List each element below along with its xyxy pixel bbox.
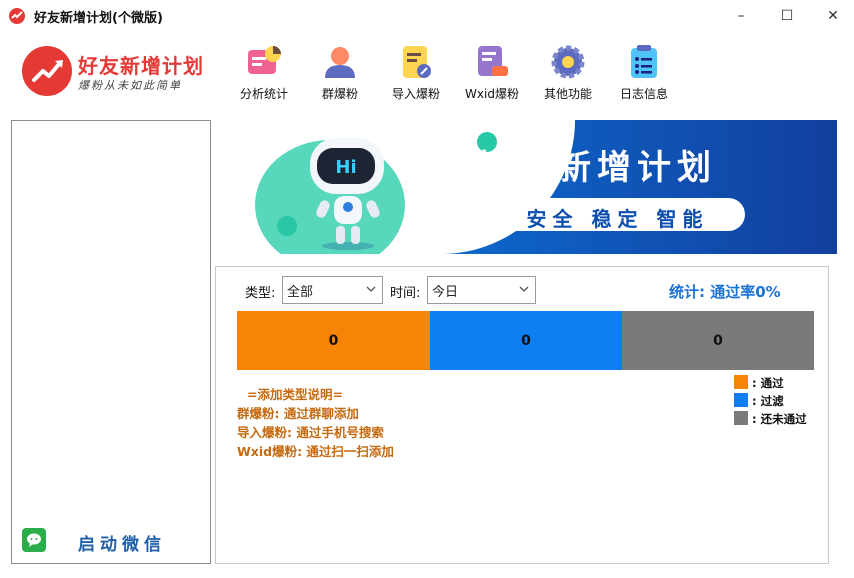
toolbar-other-features-button[interactable]: 其他功能 xyxy=(532,42,604,102)
minimize-button[interactable]: – xyxy=(718,0,764,32)
legend-swatch-passed xyxy=(734,375,748,389)
import-icon xyxy=(403,46,431,78)
gear-icon xyxy=(551,45,585,79)
toolbar-group-fans-button[interactable]: 群爆粉 xyxy=(304,42,376,102)
id-card-icon xyxy=(478,46,508,76)
filtered-count-bar: 0 xyxy=(430,311,622,370)
pass-rate-summary: 统计: 通过率0% xyxy=(669,283,781,301)
toolbar-import-fans-button[interactable]: 导入爆粉 xyxy=(380,42,452,102)
app-icon xyxy=(9,8,25,24)
type-filter-label: 类型: xyxy=(245,286,276,301)
legend-swatch-pending xyxy=(734,411,748,425)
note-line: Wxid爆粉: 通过扫一扫添加 xyxy=(237,444,394,459)
window-title: 好友新增计划(个微版) xyxy=(34,11,163,26)
toolbar-label: 其他功能 xyxy=(543,87,592,101)
legend-label-pending: : 还未通过 xyxy=(752,412,807,426)
legend-label-filtered: : 过滤 xyxy=(752,394,784,408)
clipboard-icon xyxy=(631,45,657,78)
type-filter-value: 全部 xyxy=(287,285,314,300)
chart-icon xyxy=(248,46,281,74)
toolbar-label: Wxid爆粉 xyxy=(465,87,519,101)
chevron-down-icon xyxy=(519,286,529,292)
time-filter-value: 今日 xyxy=(432,285,459,300)
toolbar-wxid-fans-button[interactable]: Wxid爆粉 xyxy=(456,42,528,102)
banner-subtitle: 安全 稳定 智能 xyxy=(526,207,709,231)
chevron-down-icon xyxy=(366,286,376,292)
promo-banner: Hi 好友新增计划 安全 稳定 智能 xyxy=(215,120,837,254)
time-filter-select[interactable]: 今日 xyxy=(427,276,536,304)
note-line: 群爆粉: 通过群聊添加 xyxy=(237,406,359,421)
banner-title: 好友新增计划 xyxy=(477,148,717,188)
launch-wechat-button[interactable]: 启动微信 xyxy=(78,530,166,555)
robot-mascot-icon: Hi xyxy=(310,138,384,250)
banner-decoration xyxy=(277,216,297,236)
toolbar-label: 群爆粉 xyxy=(321,87,358,101)
maximize-button[interactable]: ☐ xyxy=(764,0,810,32)
legend-label-passed: : 通过 xyxy=(752,376,784,390)
logo-slogan: 爆粉从未如此简单 xyxy=(78,79,182,92)
close-button[interactable]: ✕ xyxy=(810,0,854,32)
toolbar-label: 日志信息 xyxy=(619,87,668,101)
legend-swatch-filtered xyxy=(734,393,748,407)
wechat-icon[interactable] xyxy=(22,528,46,552)
notes-heading: =添加类型说明= xyxy=(247,387,343,402)
toolbar-label: 分析统计 xyxy=(239,87,288,101)
note-line: 导入爆粉: 通过手机号搜索 xyxy=(237,425,384,440)
passed-count-bar: 0 xyxy=(237,311,430,370)
logo-icon xyxy=(22,46,72,96)
type-filter-select[interactable]: 全部 xyxy=(282,276,383,304)
account-list-panel[interactable] xyxy=(11,120,211,564)
user-icon xyxy=(325,47,355,78)
toolbar-analytics-button[interactable]: 分析统计 xyxy=(228,42,300,102)
time-filter-label: 时间: xyxy=(390,286,421,301)
toolbar-label: 导入爆粉 xyxy=(391,87,440,101)
pending-count-bar: 0 xyxy=(622,311,814,370)
toolbar-log-info-button[interactable]: 日志信息 xyxy=(608,42,680,102)
robot-screen-text: Hi xyxy=(335,157,356,178)
logo-title: 好友新增计划 xyxy=(78,54,204,78)
